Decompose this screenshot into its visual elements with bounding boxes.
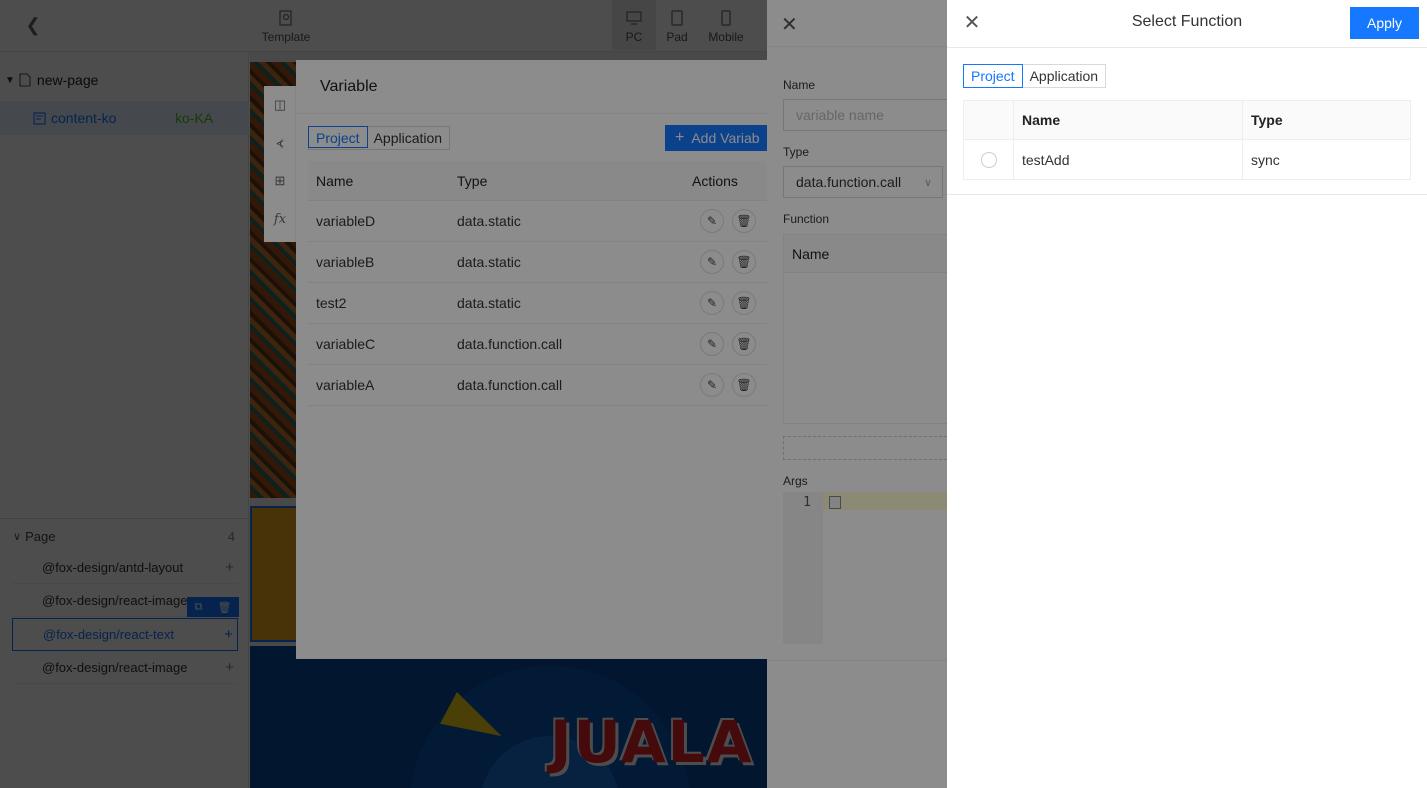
select-function-drawer: ✕ Select Function Apply Project Applicat… (947, 0, 1427, 788)
function-name: testAdd (1014, 140, 1243, 179)
radio-button[interactable] (980, 151, 997, 168)
function-type: sync (1251, 151, 1280, 168)
table-header: Name Type (964, 101, 1410, 140)
tab-project[interactable]: Project (963, 64, 1023, 88)
col-type: Type (1251, 112, 1283, 128)
select-function-body: Project Application Name Type testAdd sy… (947, 48, 1427, 195)
function-scope-tabs: Project Application (963, 64, 1107, 88)
row-select-cell (964, 140, 1014, 179)
col-name: Name (1014, 101, 1243, 139)
function-table: Name Type testAdd sync (963, 100, 1411, 180)
table-row[interactable]: testAdd sync (964, 140, 1410, 179)
tab-application[interactable]: Application (1023, 65, 1106, 87)
col-select (964, 101, 1014, 139)
apply-button[interactable]: Apply (1350, 7, 1419, 39)
modal-mask[interactable] (0, 0, 947, 788)
